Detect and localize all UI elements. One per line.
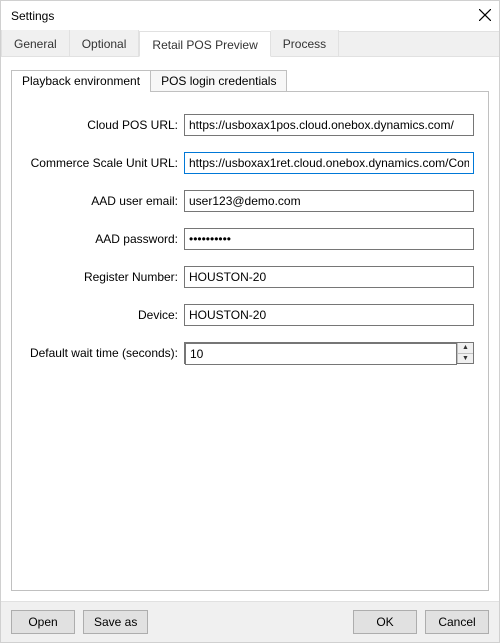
label-default-wait-time: Default wait time (seconds):: [26, 346, 178, 360]
spinner-buttons: ▲ ▼: [457, 343, 473, 363]
label-aad-user-email: AAD user email:: [26, 194, 178, 208]
label-device: Device:: [26, 308, 178, 322]
open-button[interactable]: Open: [11, 610, 75, 634]
input-aad-password[interactable]: [184, 228, 474, 250]
row-register-number: Register Number:: [26, 266, 474, 288]
main-tabs: General Optional Retail POS Preview Proc…: [1, 31, 499, 57]
save-as-button[interactable]: Save as: [83, 610, 148, 634]
close-icon[interactable]: [479, 9, 491, 24]
input-commerce-scale-unit-url[interactable]: [184, 152, 474, 174]
spinner-down-icon[interactable]: ▼: [458, 354, 473, 364]
tab-retail-pos-preview[interactable]: Retail POS Preview: [139, 31, 270, 57]
window-title: Settings: [11, 9, 54, 23]
tab-general[interactable]: General: [1, 30, 70, 56]
row-cloud-pos-url: Cloud POS URL:: [26, 114, 474, 136]
label-aad-password: AAD password:: [26, 232, 178, 246]
input-aad-user-email[interactable]: [184, 190, 474, 212]
input-register-number[interactable]: [184, 266, 474, 288]
sub-tabs: Playback environment POS login credentia…: [11, 69, 489, 91]
label-register-number: Register Number:: [26, 270, 178, 284]
row-device: Device:: [26, 304, 474, 326]
playback-environment-panel: Cloud POS URL: Commerce Scale Unit URL: …: [11, 91, 489, 591]
label-commerce-scale-unit-url: Commerce Scale Unit URL:: [26, 156, 178, 170]
row-aad-user-email: AAD user email:: [26, 190, 474, 212]
tab-playback-environment[interactable]: Playback environment: [11, 70, 151, 91]
content-area: Playback environment POS login credentia…: [1, 57, 499, 601]
tab-pos-login-credentials[interactable]: POS login credentials: [150, 70, 287, 91]
input-device[interactable]: [184, 304, 474, 326]
spinner-up-icon[interactable]: ▲: [458, 343, 473, 354]
spinner-default-wait-time: ▲ ▼: [184, 342, 474, 364]
cancel-button[interactable]: Cancel: [425, 610, 489, 634]
input-cloud-pos-url[interactable]: [184, 114, 474, 136]
row-aad-password: AAD password:: [26, 228, 474, 250]
label-cloud-pos-url: Cloud POS URL:: [26, 118, 178, 132]
dialog-footer: Open Save as OK Cancel: [1, 601, 499, 642]
row-default-wait-time: Default wait time (seconds): ▲ ▼: [26, 342, 474, 364]
tab-process[interactable]: Process: [271, 30, 339, 56]
title-bar: Settings: [1, 1, 499, 31]
row-commerce-scale-unit-url: Commerce Scale Unit URL:: [26, 152, 474, 174]
tab-optional[interactable]: Optional: [70, 30, 140, 56]
ok-button[interactable]: OK: [353, 610, 417, 634]
input-default-wait-time[interactable]: [185, 343, 457, 365]
